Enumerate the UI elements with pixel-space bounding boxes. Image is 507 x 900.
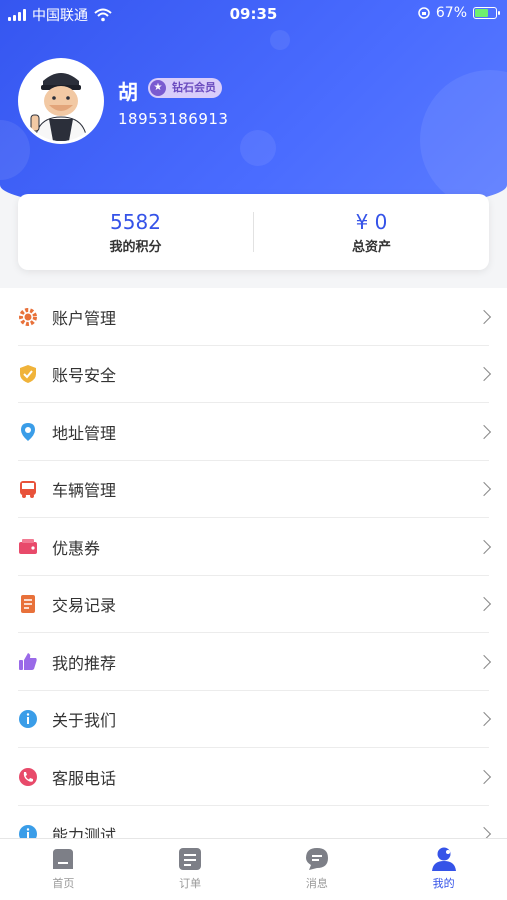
assets-value: ¥ 0 bbox=[355, 209, 388, 234]
tab-label: 订单 bbox=[179, 877, 202, 890]
chevron-right-icon bbox=[476, 367, 492, 382]
tab-home[interactable]: 首页 bbox=[0, 839, 127, 900]
tab-label: 首页 bbox=[52, 877, 75, 890]
shield-icon bbox=[18, 364, 38, 384]
tab-bar: 首页 订单 消息 我的 bbox=[0, 838, 507, 900]
thumbs-up-icon bbox=[18, 652, 38, 672]
menu-item-label: 车辆管理 bbox=[52, 481, 117, 501]
user-icon bbox=[430, 845, 458, 873]
assets-stat[interactable]: ¥ 0 总资产 bbox=[254, 210, 489, 255]
points-stat[interactable]: 5582 我的积分 bbox=[18, 210, 253, 255]
menu-item-label: 账户管理 bbox=[52, 308, 117, 328]
coupon-icon bbox=[18, 537, 38, 557]
order-icon bbox=[176, 845, 204, 873]
chevron-right-icon bbox=[476, 712, 492, 727]
menu-item-coupons[interactable]: 优惠券 bbox=[0, 518, 507, 576]
chevron-right-icon bbox=[476, 309, 492, 324]
location-pin-icon bbox=[18, 422, 38, 442]
user-phone: 18953186913 bbox=[118, 110, 229, 128]
menu-item-label: 优惠券 bbox=[52, 538, 101, 558]
status-bar: 中国联通 09:35 67% bbox=[0, 0, 507, 28]
receipt-icon bbox=[18, 594, 38, 614]
menu-item-address[interactable]: 地址管理 bbox=[0, 403, 507, 461]
member-badge-label: 钻石会员 bbox=[172, 81, 216, 94]
tab-label: 我的 bbox=[432, 877, 455, 890]
star-icon: ★ bbox=[150, 80, 166, 96]
menu-item-label: 地址管理 bbox=[52, 423, 117, 443]
tab-label: 消息 bbox=[305, 877, 328, 890]
menu-item-label: 交易记录 bbox=[52, 596, 117, 616]
assets-label: 总资产 bbox=[351, 239, 391, 255]
orientation-lock-icon bbox=[418, 7, 430, 19]
chevron-right-icon bbox=[476, 769, 492, 784]
bus-icon bbox=[18, 479, 38, 499]
menu-item-about[interactable]: 关于我们 bbox=[0, 691, 507, 749]
chevron-right-icon bbox=[476, 539, 492, 554]
menu-item-hotline[interactable]: 客服电话 bbox=[0, 748, 507, 806]
avatar-illustration bbox=[21, 61, 101, 141]
gear-icon bbox=[18, 307, 38, 327]
member-badge: ★ 钻石会员 bbox=[148, 78, 222, 98]
chevron-right-icon bbox=[476, 482, 492, 497]
battery-icon bbox=[473, 7, 500, 19]
menu-item-label: 客服电话 bbox=[52, 768, 117, 788]
menu-item-transactions[interactable]: 交易记录 bbox=[0, 576, 507, 634]
tab-orders[interactable]: 订单 bbox=[127, 839, 254, 900]
home-icon bbox=[49, 845, 77, 873]
menu-item-account[interactable]: 账户管理 bbox=[0, 288, 507, 346]
menu-item-label: 我的推荐 bbox=[52, 653, 117, 673]
menu-item-vehicle[interactable]: 车辆管理 bbox=[0, 461, 507, 519]
message-icon bbox=[303, 845, 331, 873]
user-name: 胡 bbox=[118, 80, 138, 104]
chevron-right-icon bbox=[476, 597, 492, 612]
avatar[interactable] bbox=[18, 58, 104, 144]
points-label: 我的积分 bbox=[109, 239, 162, 255]
phone-icon bbox=[18, 767, 38, 787]
menu-item-recommend[interactable]: 我的推荐 bbox=[0, 633, 507, 691]
points-value: 5582 bbox=[110, 209, 161, 234]
chevron-right-icon bbox=[476, 424, 492, 439]
tab-mine[interactable]: 我的 bbox=[380, 839, 507, 900]
battery-percent: 67% bbox=[435, 5, 467, 21]
menu-list: 账户管理 账号安全 地址管理 车辆管理 优惠券 交易记录 我的推荐 关于我们 客… bbox=[0, 288, 507, 863]
menu-item-security[interactable]: 账号安全 bbox=[0, 346, 507, 404]
menu-item-label: 账号安全 bbox=[52, 366, 117, 386]
info-icon bbox=[18, 709, 38, 729]
chevron-right-icon bbox=[476, 654, 492, 669]
tab-messages[interactable]: 消息 bbox=[254, 839, 381, 900]
stats-card: 5582 我的积分 ¥ 0 总资产 bbox=[18, 194, 489, 270]
menu-item-label: 关于我们 bbox=[52, 711, 117, 731]
